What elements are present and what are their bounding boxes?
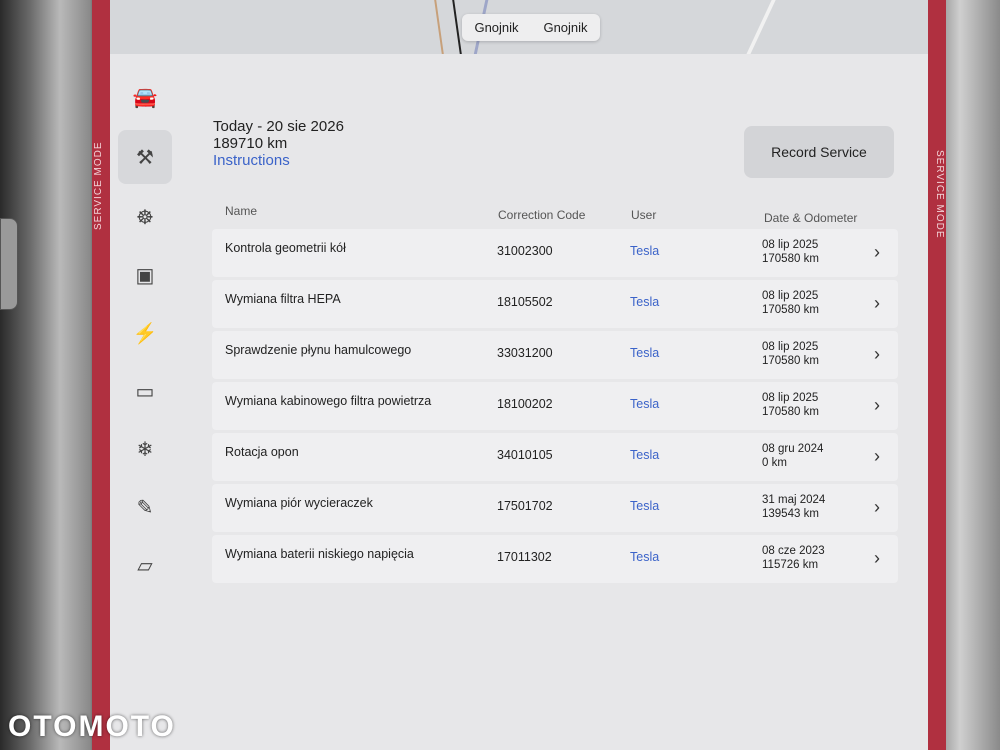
service-mode-label-left: SERVICE MODE bbox=[93, 141, 104, 231]
row-date-odometer: 08 lip 2025 170580 km bbox=[762, 340, 819, 368]
record-service-button[interactable]: Record Service bbox=[744, 126, 894, 178]
service-header: Today - 20 sie 2026 189710 km Instructio… bbox=[213, 118, 344, 169]
table-row[interactable]: Kontrola geometrii kół 31002300 Tesla 08… bbox=[212, 229, 898, 277]
chevron-right-icon[interactable]: › bbox=[874, 344, 880, 365]
row-date: 08 lip 2025 bbox=[762, 290, 819, 302]
row-user: Tesla bbox=[630, 397, 660, 411]
map-label-text: Gnojnik bbox=[543, 20, 588, 35]
row-user: Tesla bbox=[630, 550, 660, 564]
battery-icon[interactable]: ▭ bbox=[118, 364, 172, 418]
map-road bbox=[743, 0, 841, 54]
row-name: Rotacja opon bbox=[225, 445, 299, 459]
column-header-name: Name bbox=[225, 204, 258, 218]
row-date-odometer: 08 lip 2025 170580 km bbox=[762, 238, 819, 266]
row-user: Tesla bbox=[630, 244, 660, 258]
row-code: 18105502 bbox=[497, 295, 553, 309]
row-date-odometer: 08 gru 2024 0 km bbox=[762, 442, 823, 470]
chevron-right-icon[interactable]: › bbox=[874, 548, 880, 569]
column-header-user: User bbox=[631, 208, 657, 222]
row-name: Sprawdzenie płynu hamulcowego bbox=[225, 343, 412, 357]
row-name: Wymiana kabinowego filtra powietrza bbox=[225, 394, 432, 408]
row-odometer: 0 km bbox=[762, 457, 787, 469]
dashboard-knob bbox=[0, 218, 18, 310]
chevron-right-icon[interactable]: › bbox=[874, 446, 880, 467]
column-header-code: Correction Code bbox=[498, 208, 586, 222]
table-row[interactable]: Rotacja opon 34010105 Tesla 08 gru 2024 … bbox=[212, 433, 898, 481]
row-odometer: 170580 km bbox=[762, 355, 819, 367]
table-row[interactable]: Wymiana filtra HEPA 18105502 Tesla 08 li… bbox=[212, 280, 898, 328]
row-date: 31 maj 2024 bbox=[762, 494, 826, 506]
row-date: 08 lip 2025 bbox=[762, 341, 819, 353]
row-name: Kontrola geometrii kół bbox=[225, 241, 346, 255]
row-odometer: 115726 km bbox=[762, 559, 819, 571]
row-name: Wymiana piór wycieraczek bbox=[225, 496, 373, 510]
current-odometer: 189710 km bbox=[213, 135, 288, 152]
table-row[interactable]: Wymiana piór wycieraczek 17501702 Tesla … bbox=[212, 484, 898, 532]
map-view[interactable]: Gnojnik Gnojnik bbox=[110, 0, 928, 54]
row-odometer: 139543 km bbox=[762, 508, 819, 520]
lightning-icon[interactable]: ⚡ bbox=[118, 306, 172, 360]
column-header-date: Date & Odometer bbox=[764, 211, 858, 225]
row-odometer: 170580 km bbox=[762, 304, 819, 316]
service-sidebar: 🚘 ⚒ ☸ ▣ ⚡ ▭ ❄ ✎ ▱ bbox=[118, 70, 172, 610]
chevron-right-icon[interactable]: › bbox=[874, 293, 880, 314]
row-date: 08 cze 2023 bbox=[762, 545, 825, 557]
row-code: 33031200 bbox=[497, 346, 553, 360]
chevron-right-icon[interactable]: › bbox=[874, 395, 880, 416]
row-date: 08 lip 2025 bbox=[762, 392, 819, 404]
probe-icon[interactable]: ✎ bbox=[118, 480, 172, 534]
row-date-odometer: 31 maj 2024 139543 km bbox=[762, 493, 825, 521]
row-code: 18100202 bbox=[497, 397, 553, 411]
row-name: Wymiana filtra HEPA bbox=[225, 292, 341, 306]
row-code: 17011302 bbox=[497, 550, 552, 564]
row-date: 08 lip 2025 bbox=[762, 239, 819, 251]
door-icon[interactable]: ▱ bbox=[118, 538, 172, 592]
row-user: Tesla bbox=[630, 346, 660, 360]
steering-wheel-icon[interactable]: ☸ bbox=[118, 190, 172, 244]
row-user: Tesla bbox=[630, 499, 660, 513]
service-mode-border-left bbox=[92, 0, 110, 750]
otomoto-watermark: OTOMOTO bbox=[8, 710, 176, 743]
row-odometer: 170580 km bbox=[762, 406, 819, 418]
service-mode-border-right bbox=[928, 0, 946, 750]
row-code: 31002300 bbox=[497, 244, 553, 258]
row-odometer: 170580 km bbox=[762, 253, 819, 265]
table-row[interactable]: Wymiana kabinowego filtra powietrza 1810… bbox=[212, 382, 898, 430]
row-user: Tesla bbox=[630, 448, 660, 462]
row-date-odometer: 08 lip 2025 170580 km bbox=[762, 391, 819, 419]
current-date: Today - 20 sie 2026 bbox=[213, 118, 344, 135]
row-code: 34010105 bbox=[497, 448, 553, 462]
map-location-label: Gnojnik Gnojnik bbox=[462, 14, 600, 41]
row-date-odometer: 08 cze 2023 115726 km bbox=[762, 544, 825, 572]
table-row[interactable]: Wymiana baterii niskiego napięcia 170113… bbox=[212, 535, 898, 583]
instructions-link[interactable]: Instructions bbox=[213, 152, 344, 169]
service-mode-label-right: SERVICE MODE bbox=[934, 150, 945, 239]
chip-icon[interactable]: ▣ bbox=[118, 248, 172, 302]
snowflake-icon[interactable]: ❄ bbox=[118, 422, 172, 476]
chevron-right-icon[interactable]: › bbox=[874, 497, 880, 518]
row-date-odometer: 08 lip 2025 170580 km bbox=[762, 289, 819, 317]
tools-icon[interactable]: ⚒ bbox=[118, 130, 172, 184]
row-code: 17501702 bbox=[497, 499, 553, 513]
row-user: Tesla bbox=[630, 295, 660, 309]
chevron-right-icon[interactable]: › bbox=[874, 242, 880, 263]
car-icon[interactable]: 🚘 bbox=[118, 70, 172, 124]
row-date: 08 gru 2024 bbox=[762, 443, 824, 455]
row-name: Wymiana baterii niskiego napięcia bbox=[225, 547, 414, 561]
table-row[interactable]: Sprawdzenie płynu hamulcowego 33031200 T… bbox=[212, 331, 898, 379]
map-label-text: Gnojnik bbox=[474, 20, 519, 35]
